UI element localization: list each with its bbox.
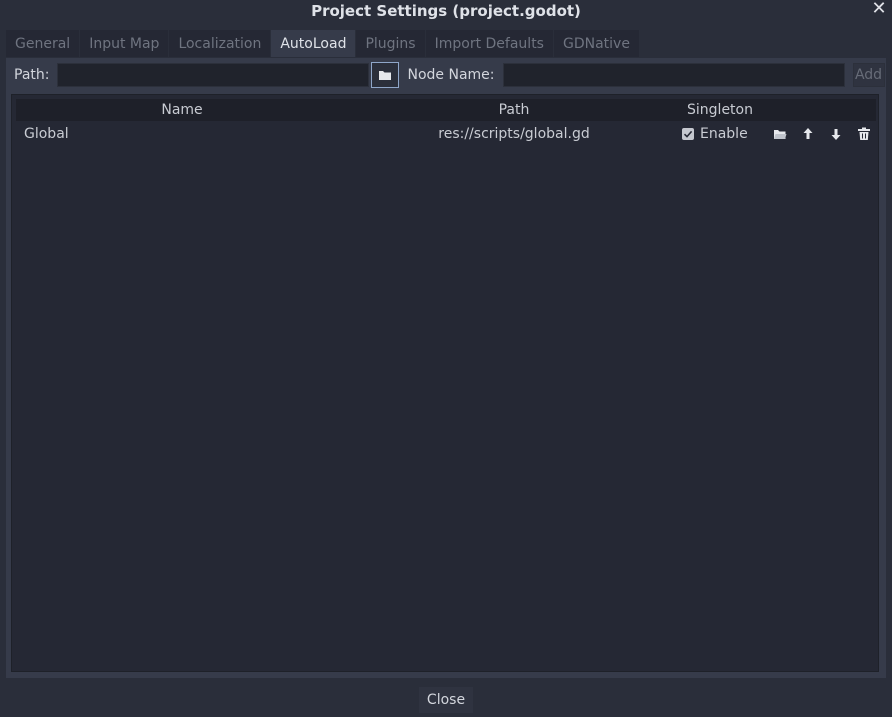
move-down-icon[interactable] (828, 126, 844, 142)
tab-plugins[interactable]: Plugins (356, 30, 425, 57)
column-header-singleton[interactable]: Singleton (680, 99, 760, 121)
tab-input-map[interactable]: Input Map (80, 30, 169, 57)
autoload-panel: Path: Node Name: Add Name Path Singleton… (6, 58, 886, 678)
singleton-label: Enable (700, 126, 748, 142)
checkmark-icon (683, 130, 693, 138)
autoload-path-cell[interactable]: res://scripts/global.gd (348, 123, 680, 145)
singleton-checkbox[interactable] (682, 128, 694, 140)
path-label: Path: (14, 67, 50, 83)
autoload-name-cell[interactable]: Global (24, 123, 69, 145)
window-title: Project Settings (project.godot) (311, 2, 581, 20)
folder-icon (379, 71, 392, 80)
open-folder-icon[interactable] (772, 126, 788, 142)
tab-bar: General Input Map Localization AutoLoad … (6, 30, 640, 58)
autoload-tree[interactable]: Name Path Singleton Global res://scripts… (11, 94, 879, 672)
column-header-path[interactable]: Path (348, 99, 680, 121)
table-row[interactable]: Global res://scripts/global.gd Enable (16, 123, 876, 145)
node-name-label: Node Name: (407, 67, 495, 83)
tab-localization[interactable]: Localization (169, 30, 271, 57)
column-header-name[interactable]: Name (16, 99, 348, 121)
tab-autoload[interactable]: AutoLoad (271, 30, 356, 57)
tab-gdnative[interactable]: GDNative (553, 30, 639, 57)
table-header: Name Path Singleton (16, 99, 876, 121)
delete-icon[interactable] (856, 126, 872, 142)
autoload-toolbar: Path: Node Name: Add (6, 62, 886, 88)
tab-general[interactable]: General (6, 30, 80, 57)
close-icon[interactable]: ✕ (870, 0, 888, 18)
tab-import-defaults[interactable]: Import Defaults (425, 30, 553, 57)
close-button[interactable]: Close (419, 687, 473, 713)
move-up-icon[interactable] (800, 126, 816, 142)
browse-button[interactable] (371, 62, 400, 88)
add-button[interactable]: Add (852, 63, 885, 87)
path-input[interactable] (57, 63, 370, 87)
node-name-input[interactable] (502, 63, 845, 87)
project-settings-window: Project Settings (project.godot) ✕ Gener… (0, 0, 892, 717)
title-bar: Project Settings (project.godot) ✕ (0, 0, 892, 22)
